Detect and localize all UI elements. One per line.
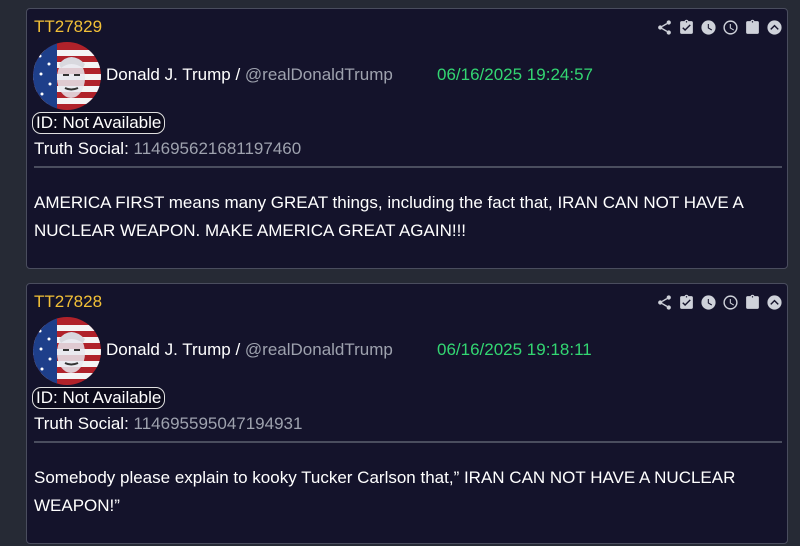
clipboard-check-icon[interactable] bbox=[677, 293, 695, 311]
share-icon[interactable] bbox=[655, 293, 673, 311]
post-card: TT27829 Donald J. Trump / @realDonaldTru… bbox=[26, 8, 788, 269]
clock-outline-icon[interactable] bbox=[721, 18, 739, 36]
post-toolbar bbox=[655, 18, 783, 36]
truth-social-id[interactable]: 114695595047194931 bbox=[134, 414, 303, 433]
truth-social-line: Truth Social: 114695595047194931 bbox=[34, 414, 302, 434]
post-id[interactable]: TT27829 bbox=[34, 17, 102, 37]
post-body: Somebody please explain to kooky Tucker … bbox=[34, 468, 736, 515]
clipboard-icon[interactable] bbox=[743, 18, 761, 36]
post-body: AMERICA FIRST means many GREAT things, i… bbox=[34, 193, 743, 240]
divider bbox=[34, 441, 782, 443]
post-timestamp[interactable]: 06/16/2025 19:24:57 bbox=[437, 65, 593, 85]
divider bbox=[34, 166, 782, 168]
id-badge: ID: Not Available bbox=[32, 387, 166, 409]
post-id[interactable]: TT27828 bbox=[34, 292, 102, 312]
clock-outline-icon[interactable] bbox=[721, 293, 739, 311]
truth-social-line: Truth Social: 114695621681197460 bbox=[34, 139, 301, 159]
author-name[interactable]: Donald J. Trump bbox=[106, 65, 231, 84]
clipboard-icon[interactable] bbox=[743, 293, 761, 311]
author-name[interactable]: Donald J. Trump bbox=[106, 340, 231, 359]
chevron-up-circle-icon[interactable] bbox=[765, 18, 783, 36]
chevron-up-circle-icon[interactable] bbox=[765, 293, 783, 311]
post-timestamp[interactable]: 06/16/2025 19:18:11 bbox=[437, 340, 592, 360]
avatar[interactable] bbox=[33, 42, 101, 110]
clock-filled-icon[interactable] bbox=[699, 18, 717, 36]
share-icon[interactable] bbox=[655, 18, 673, 36]
post-card: TT27828 Donald J. Trump / @realDonaldTru… bbox=[26, 283, 788, 544]
author: Donald J. Trump / @realDonaldTrump bbox=[106, 65, 393, 85]
author-handle[interactable]: @realDonaldTrump bbox=[245, 65, 393, 84]
author-separator: / bbox=[230, 65, 245, 84]
avatar[interactable] bbox=[33, 317, 101, 385]
id-badge: ID: Not Available bbox=[32, 112, 166, 134]
truth-social-label: Truth Social: bbox=[34, 139, 134, 158]
truth-social-id[interactable]: 114695621681197460 bbox=[134, 139, 302, 158]
author: Donald J. Trump / @realDonaldTrump bbox=[106, 340, 393, 360]
author-separator: / bbox=[230, 340, 245, 359]
clipboard-check-icon[interactable] bbox=[677, 18, 695, 36]
truth-social-label: Truth Social: bbox=[34, 414, 134, 433]
author-handle[interactable]: @realDonaldTrump bbox=[245, 340, 393, 359]
clock-filled-icon[interactable] bbox=[699, 293, 717, 311]
post-toolbar bbox=[655, 293, 783, 311]
